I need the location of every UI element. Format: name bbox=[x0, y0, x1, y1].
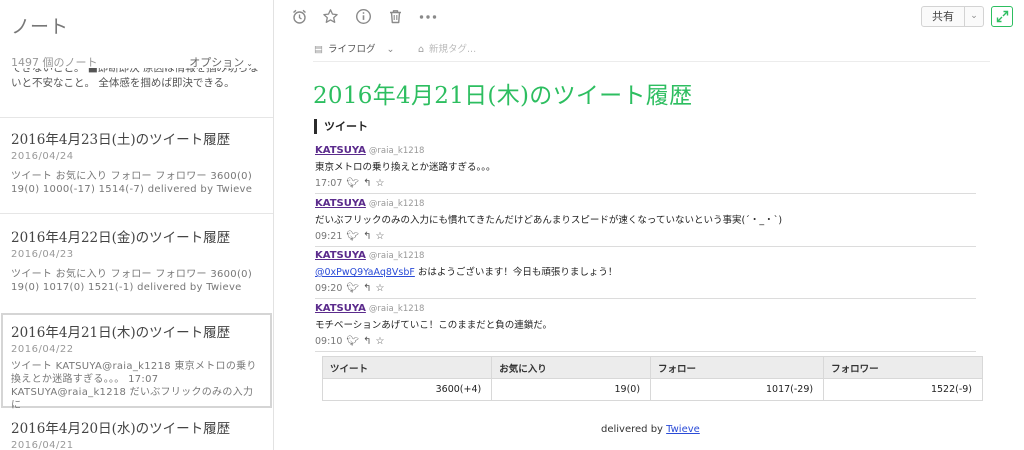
tag-icon: ⌂ bbox=[418, 44, 425, 55]
tweet-user-link[interactable]: KATSUYA bbox=[315, 145, 366, 156]
tweet-entry: KATSUYA @raia_k1218 モチベーションあげていこ！このままだと負の… bbox=[315, 296, 976, 352]
note-title: 2016年4月21日(木)のツイート履歴 bbox=[11, 325, 231, 341]
note-date: 2016/04/23 bbox=[11, 249, 74, 260]
note-snippet: ツイート KATSUYA@raia_k1218 東京メトロの乗り換えとか迷路すぎ… bbox=[11, 361, 257, 411]
tweet-entry: KATSUYA @raia_k1218 だいぶフリックのみの入力にも慣れてきたんだ… bbox=[315, 191, 976, 247]
note-list-item[interactable]: 2016年4月22日(金)のツイート履歴 2016/04/23 ツイート お気に… bbox=[0, 226, 273, 294]
reply-icon[interactable]: ↰ bbox=[363, 178, 371, 189]
divider bbox=[0, 213, 273, 214]
reminder-alarm-icon[interactable] bbox=[290, 8, 308, 26]
note-list-item[interactable]: 2016年4月23日(土)のツイート履歴 2016/04/24 ツイート お気に… bbox=[0, 128, 273, 196]
previous-note-snippet[interactable]: できないこと。 ■即断即決 原因は情報を掴み切らないと不安なこと。 全体感を掴め… bbox=[11, 68, 267, 109]
tweet-time: 09:10 bbox=[315, 336, 343, 347]
info-icon[interactable] bbox=[354, 8, 372, 26]
tweet-time: 09:20 bbox=[315, 283, 343, 294]
twitter-bird-icon[interactable]: 🐦︎ bbox=[346, 178, 359, 189]
note-title: 2016年4月23日(土)のツイート履歴 bbox=[11, 132, 231, 148]
tweet-text: 東京メトロの乗り換えとか迷路すぎる。。。 bbox=[315, 162, 496, 173]
tweet-text: おはようございます！今日も頑張りましょう！ bbox=[414, 267, 618, 278]
table-cell: 19(0) bbox=[491, 378, 652, 401]
delivered-by: delivered by Twieve bbox=[601, 424, 700, 435]
favorite-star-icon[interactable]: ☆ bbox=[375, 283, 384, 294]
divider bbox=[0, 117, 273, 118]
star-icon[interactable] bbox=[321, 8, 339, 26]
note-list-item[interactable]: 2016年4月20日(水)のツイート履歴 2016/04/21 bbox=[0, 417, 273, 450]
section-heading: ツイート bbox=[314, 119, 368, 134]
reply-icon[interactable]: ↰ bbox=[363, 283, 371, 294]
delivered-by-label: delivered by bbox=[601, 424, 663, 435]
notebook-selector[interactable]: ▤ ライフログ ⌄ bbox=[314, 41, 395, 55]
tweet-entry: KATSUYA @raia_k1218 @0xPwQ9YaAq8VsbF おはよう… bbox=[315, 243, 976, 299]
twitter-bird-icon[interactable]: 🐦︎ bbox=[346, 231, 359, 242]
tweet-time: 17:07 bbox=[315, 178, 343, 189]
tweet-text: だいぶフリックのみの入力にも慣れてきたんだけどあんまりスピードが速くなっていない… bbox=[315, 215, 783, 226]
note-date: 2016/04/24 bbox=[11, 151, 74, 162]
note-date: 2016/04/22 bbox=[11, 344, 74, 355]
tag-input[interactable]: ⌂ 新規タグ... bbox=[418, 41, 476, 55]
notebook-name: ライフログ bbox=[327, 44, 376, 55]
reply-icon[interactable]: ↰ bbox=[363, 336, 371, 347]
table-header: お気に入り bbox=[491, 356, 652, 379]
table-cell: 1017(-29) bbox=[650, 378, 825, 401]
twitter-bird-icon[interactable]: 🐦︎ bbox=[346, 283, 359, 294]
favorite-star-icon[interactable]: ☆ bbox=[375, 336, 384, 347]
more-options-icon[interactable] bbox=[418, 8, 438, 26]
tweet-handle: @raia_k1218 bbox=[368, 199, 425, 209]
trash-icon[interactable] bbox=[386, 8, 404, 26]
note-snippet: ツイート お気に入り フォロー フォロワー 3600(0) 19(0) 1017… bbox=[11, 269, 253, 293]
share-button[interactable]: 共有 bbox=[921, 6, 965, 27]
share-dropdown-button[interactable]: ⌄ bbox=[965, 6, 984, 27]
favorite-star-icon[interactable]: ☆ bbox=[375, 231, 384, 242]
note-date: 2016/04/21 bbox=[11, 440, 74, 450]
table-header: ツイート bbox=[321, 356, 493, 379]
table-header: フォロー bbox=[650, 356, 825, 379]
twitter-bird-icon[interactable]: 🐦︎ bbox=[346, 336, 359, 347]
note-list-panel: ノート 1497 個のノート オプション ⌄ できないこと。 ■即断即決 原因は情… bbox=[0, 0, 274, 450]
divider bbox=[313, 61, 990, 62]
tag-placeholder: 新規タグ... bbox=[429, 44, 477, 55]
table-cell: 1522(-9) bbox=[823, 378, 983, 401]
tweet-handle: @raia_k1218 bbox=[368, 304, 425, 314]
previous-note-snippet-text: できないこと。 ■即断即決 原因は情報を掴み切らないと不安なこと。 全体感を掴め… bbox=[11, 68, 259, 89]
tweet-entry: KATSUYA @raia_k1218 東京メトロの乗り換えとか迷路すぎる。。。 … bbox=[315, 138, 976, 194]
tweet-handle: @raia_k1218 bbox=[368, 251, 425, 261]
chevron-down-icon: ⌄ bbox=[970, 11, 978, 21]
tweet-user-link[interactable]: KATSUYA bbox=[315, 250, 366, 261]
note-snippet: ツイート お気に入り フォロー フォロワー 3600(0) 19(0) 1000… bbox=[11, 171, 253, 195]
table-row: 3600(+4) 19(0) 1017(-29) 1522(-9) bbox=[321, 378, 983, 401]
table-cell: 3600(+4) bbox=[321, 378, 493, 401]
reply-icon[interactable]: ↰ bbox=[363, 231, 371, 242]
table-header: フォロワー bbox=[823, 356, 983, 379]
chevron-down-icon: ⌄ bbox=[386, 44, 395, 55]
note-title: 2016年4月22日(金)のツイート履歴 bbox=[11, 230, 231, 246]
expand-arrows-icon bbox=[996, 10, 1009, 26]
expand-button[interactable] bbox=[991, 6, 1013, 27]
note-list-title: ノート bbox=[11, 16, 69, 38]
favorite-star-icon[interactable]: ☆ bbox=[375, 178, 384, 189]
stats-table: ツイート お気に入り フォロー フォロワー 3600(+4) 19(0) 101… bbox=[321, 356, 983, 401]
mention-link[interactable]: @0xPwQ9YaAq8VsbF bbox=[315, 267, 415, 278]
chevron-down-icon: ⌄ bbox=[246, 59, 253, 68]
table-header-row: ツイート お気に入り フォロー フォロワー bbox=[321, 356, 983, 379]
note-title: 2016年4月20日(水)のツイート履歴 bbox=[11, 421, 231, 437]
note-list-item-selected[interactable]: 2016年4月21日(木)のツイート履歴 2016/04/22 ツイート KAT… bbox=[1, 313, 272, 411]
tweet-handle: @raia_k1218 bbox=[368, 146, 425, 156]
note-heading[interactable]: 2016年4月21日(木)のツイート履歴 bbox=[313, 76, 692, 110]
tweet-user-link[interactable]: KATSUYA bbox=[315, 198, 366, 209]
tweet-user-link[interactable]: KATSUYA bbox=[315, 303, 366, 314]
twieve-link[interactable]: Twieve bbox=[666, 424, 700, 435]
notebook-icon: ▤ bbox=[314, 44, 323, 55]
tweet-text: モチベーションあげていこ！このままだと負の連鎖だ。 bbox=[315, 320, 553, 331]
tweet-time: 09:21 bbox=[315, 231, 343, 242]
